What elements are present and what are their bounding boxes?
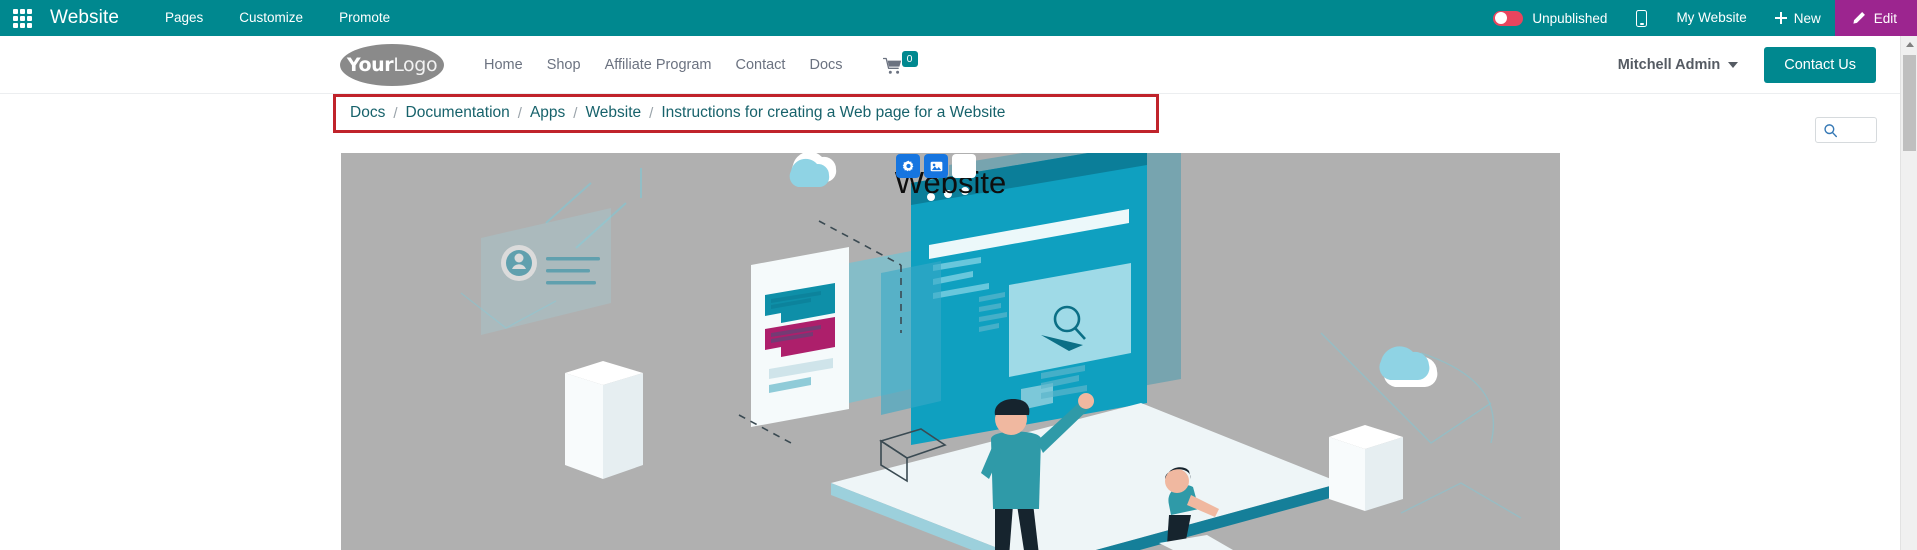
publish-toggle[interactable]: Unpublished (1479, 10, 1621, 26)
site-menu: Home Shop Affiliate Program Contact Docs… (472, 36, 918, 94)
cart-count-badge: 0 (901, 50, 918, 67)
breadcrumb-item-documentation[interactable]: Documentation (406, 104, 510, 122)
mobile-phone-icon (1636, 9, 1648, 27)
breadcrumb-item-apps[interactable]: Apps (530, 104, 565, 122)
gear-icon (902, 160, 913, 171)
nav-link-contact[interactable]: Contact (723, 36, 797, 94)
edit-button[interactable]: Edit (1834, 0, 1917, 36)
publish-toggle-knob (1494, 12, 1507, 24)
new-button-label: New (1793, 10, 1821, 26)
systray-bar: Website Pages Customize Promote Unpublis… (0, 0, 1917, 36)
site-navbar: YourLogo Home Shop Affiliate Program Con… (0, 36, 1900, 94)
box-right (1329, 425, 1403, 511)
breadcrumb-separator: / (573, 104, 578, 122)
site-logo[interactable]: YourLogo (340, 43, 444, 86)
website-illustration (341, 153, 1560, 550)
scroll-up-button[interactable] (1901, 36, 1917, 53)
triangle-up-icon (1905, 42, 1914, 47)
apps-menu-button[interactable] (0, 0, 44, 36)
nav-link-affiliate-program[interactable]: Affiliate Program (593, 36, 724, 94)
systray-item-pages[interactable]: Pages (147, 0, 221, 36)
publish-status-label: Unpublished (1532, 10, 1608, 26)
user-name-label: Mitchell Admin (1617, 56, 1721, 73)
box-left (565, 361, 643, 479)
image-icon (930, 161, 942, 171)
plus-icon (1774, 12, 1787, 24)
user-menu-dropdown[interactable]: Mitchell Admin (1618, 57, 1739, 73)
systray-item-customize[interactable]: Customize (221, 0, 321, 36)
blank-toolbar-button[interactable] (952, 154, 976, 178)
pencil-icon (1853, 12, 1865, 24)
breadcrumb-separator: / (649, 104, 654, 122)
search-icon (1824, 123, 1838, 137)
breadcrumb-row: Docs / Documentation / Apps / Website / … (0, 94, 1900, 133)
vertical-scrollbar[interactable] (1900, 36, 1917, 550)
shopping-cart-icon (882, 57, 901, 74)
breadcrumb-separator: / (517, 104, 522, 122)
nav-link-docs[interactable]: Docs (797, 36, 854, 94)
breadcrumb-separator: / (393, 104, 398, 122)
apps-grid-icon (12, 8, 32, 28)
publish-toggle-track (1493, 10, 1524, 26)
image-edit-toolbar (896, 154, 976, 178)
breadcrumb-item-docs[interactable]: Docs (350, 104, 385, 122)
new-button[interactable]: New (1761, 0, 1835, 36)
mobile-preview-button[interactable] (1621, 0, 1662, 36)
replace-image-button[interactable] (924, 154, 948, 178)
systray-item-promote[interactable]: Promote (321, 0, 408, 36)
systray-right-group: Unpublished My Website New Edit (1479, 0, 1917, 36)
logo-text-light: Logo (393, 53, 438, 76)
edit-button-label: Edit (1873, 10, 1897, 26)
breadcrumb: Docs / Documentation / Apps / Website / … (333, 94, 1159, 133)
search-input[interactable] (1815, 117, 1877, 143)
site-logo-text: YourLogo (346, 53, 438, 76)
shopping-cart-button[interactable]: 0 (882, 50, 918, 75)
breadcrumb-item-website[interactable]: Website (585, 104, 641, 122)
breadcrumb-item-current: Instructions for creating a Web page for… (661, 104, 1006, 121)
chevron-down-icon (1728, 61, 1739, 68)
logo-text-bold: Your (346, 53, 394, 76)
app-name-website[interactable]: Website (50, 7, 119, 29)
contact-us-button[interactable]: Contact Us (1764, 46, 1876, 83)
nav-link-shop[interactable]: Shop (535, 36, 593, 94)
systray-menu: Pages Customize Promote (147, 0, 408, 36)
hero-image-block[interactable]: Website (341, 153, 1560, 550)
nav-link-home[interactable]: Home (472, 36, 535, 94)
my-website-link[interactable]: My Website (1662, 0, 1760, 36)
scrollbar-thumb[interactable] (1903, 55, 1916, 151)
site-nav-right-group: Mitchell Admin Contact Us (1618, 46, 1900, 83)
image-options-button[interactable] (896, 154, 920, 178)
